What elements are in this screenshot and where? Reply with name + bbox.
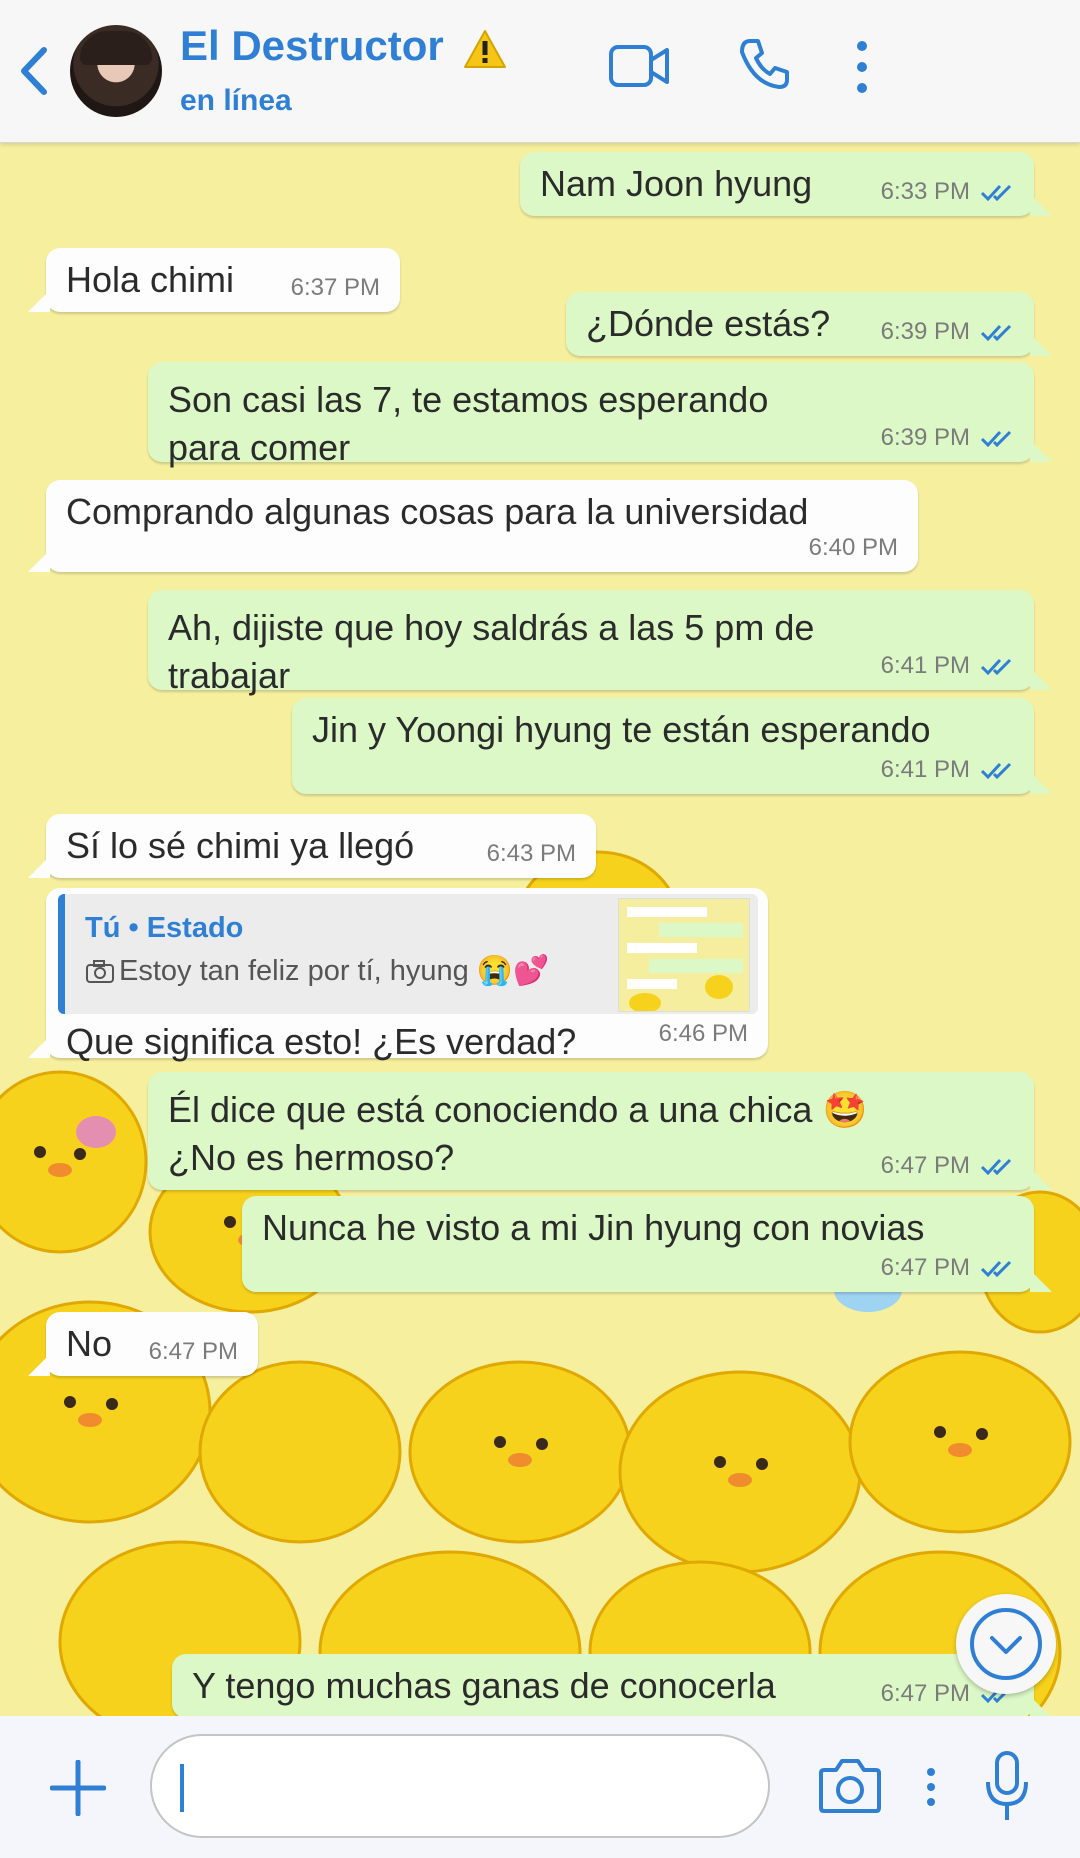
message-time: 6:47 PM [148,1338,238,1365]
double-check-icon [980,658,1012,675]
message-bubble-incoming[interactable]: Comprando algunas cosas para la universi… [28,480,918,572]
microphone-icon[interactable] [984,1750,1030,1824]
message-time: 6:33 PM [880,178,970,205]
message-bubble-outgoing[interactable]: Él dice que está conociendo a una chica … [148,1072,1052,1190]
message-time: 6:43 PM [486,840,576,867]
message-text: Ah, dijiste que hoy saldrás a las 5 pm d… [168,607,815,696]
contact-name-text: El Destructor [180,22,444,69]
message-time: 6:39 PM [880,424,970,451]
double-check-icon [980,184,1012,201]
message-bubble-outgoing[interactable]: Jin y Yoongi hyung te están esperando 6:… [292,698,1052,794]
contact-status: en línea [180,84,292,117]
message-time: 6:41 PM [880,652,970,679]
message-meta: 6:41 PM [881,756,1014,784]
message-meta: 6:47 PM [881,1152,1014,1180]
message-time: 6:47 PM [880,1254,970,1281]
message-meta: 6:47 PM [149,1338,238,1366]
message-bubble-outgoing[interactable]: Nam Joon hyung 6:33 PM [520,152,1052,216]
message-bubble-incoming-reply[interactable]: Tú • Estado Estoy tan feliz por tí, hyun… [28,888,768,1062]
text-cursor [180,1764,184,1812]
chat-area[interactable]: Nam Joon hyung 6:33 PM Hola chimi 6:37 P… [0,142,1080,1716]
add-icon[interactable] [50,1760,106,1816]
video-call-icon[interactable] [608,44,670,88]
message-time: 6:39 PM [880,318,970,345]
message-bubble-incoming[interactable]: Sí lo sé chimi ya llegó 6:43 PM [28,814,596,878]
message-bubble-outgoing[interactable]: Nunca he visto a mi Jin hyung con novias… [242,1196,1052,1292]
message-text-value: Él dice que está conociendo a una chica … [168,1089,868,1178]
message-bubble-incoming[interactable]: Hola chimi 6:37 PM [28,248,400,312]
message-bubble-outgoing[interactable]: Ah, dijiste que hoy saldrás a las 5 pm d… [148,590,1052,696]
message-text: Comprando algunas cosas para la universi… [66,491,809,532]
message-meta: 6:40 PM [809,534,898,562]
back-arrow-icon[interactable] [14,46,54,96]
chat-header: El Destructor en línea [0,0,1080,143]
more-options-icon[interactable] [852,38,872,98]
message-input[interactable] [150,1734,770,1838]
status-thumbnail-icon [618,898,750,1012]
message-input-bar [0,1716,1080,1858]
message-bubble-outgoing[interactable]: Son casi las 7, te estamos esperando par… [148,362,1052,468]
double-check-icon [980,762,1012,779]
message-meta: 6:41 PM [881,652,1014,680]
contact-name[interactable]: El Destructor [180,22,507,70]
quote-author: Tú • Estado [85,912,244,944]
message-meta: 6:33 PM [881,178,1014,206]
double-check-icon [980,1158,1012,1175]
phone-icon[interactable] [736,36,792,92]
message-text: Que significa esto! ¿Es verdad? [66,1021,577,1062]
camera-icon [86,960,114,984]
double-check-icon [980,324,1012,341]
message-text: Él dice que está conociendo a una chica … [168,1086,868,1182]
message-text: Jin y Yoongi hyung te están esperando [312,709,931,750]
message-time: 6:37 PM [290,274,380,301]
message-text: Nunca he visto a mi Jin hyung con novias [262,1207,925,1248]
chevron-down-icon [970,1608,1042,1680]
message-meta: 6:39 PM [881,318,1014,346]
double-check-icon [980,430,1012,447]
double-check-icon [980,1260,1012,1277]
more-dots-icon[interactable] [924,1766,938,1808]
message-meta: 6:43 PM [487,840,576,868]
quoted-status[interactable]: Tú • Estado Estoy tan feliz por tí, hyun… [58,894,758,1014]
message-bubble-outgoing[interactable]: Y tengo muchas ganas de conocerla 6:47 P… [172,1654,1052,1716]
quote-text: Estoy tan feliz por tí, hyung 😭💕 [85,954,549,988]
message-meta: 6:39 PM [881,424,1014,452]
message-bubble-incoming[interactable]: No 6:47 PM [28,1312,258,1376]
message-time: 6:41 PM [880,756,970,783]
message-time: 6:40 PM [808,534,898,561]
message-time: 6:46 PM [658,1020,748,1047]
message-meta: 6:37 PM [291,274,380,302]
scroll-to-bottom-button[interactable] [956,1594,1056,1694]
message-meta: 6:46 PM [659,1020,748,1048]
contact-avatar[interactable] [70,25,162,117]
message-text: Son casi las 7, te estamos esperando par… [168,379,769,468]
quote-text-value: Estoy tan feliz por tí, hyung 😭💕 [119,955,550,987]
message-time: 6:47 PM [880,1152,970,1179]
message-bubble-outgoing[interactable]: ¿Dónde estás? 6:39 PM [566,292,1052,356]
message-meta: 6:47 PM [881,1254,1014,1282]
camera-icon[interactable] [818,1756,882,1814]
warning-icon [464,29,507,68]
